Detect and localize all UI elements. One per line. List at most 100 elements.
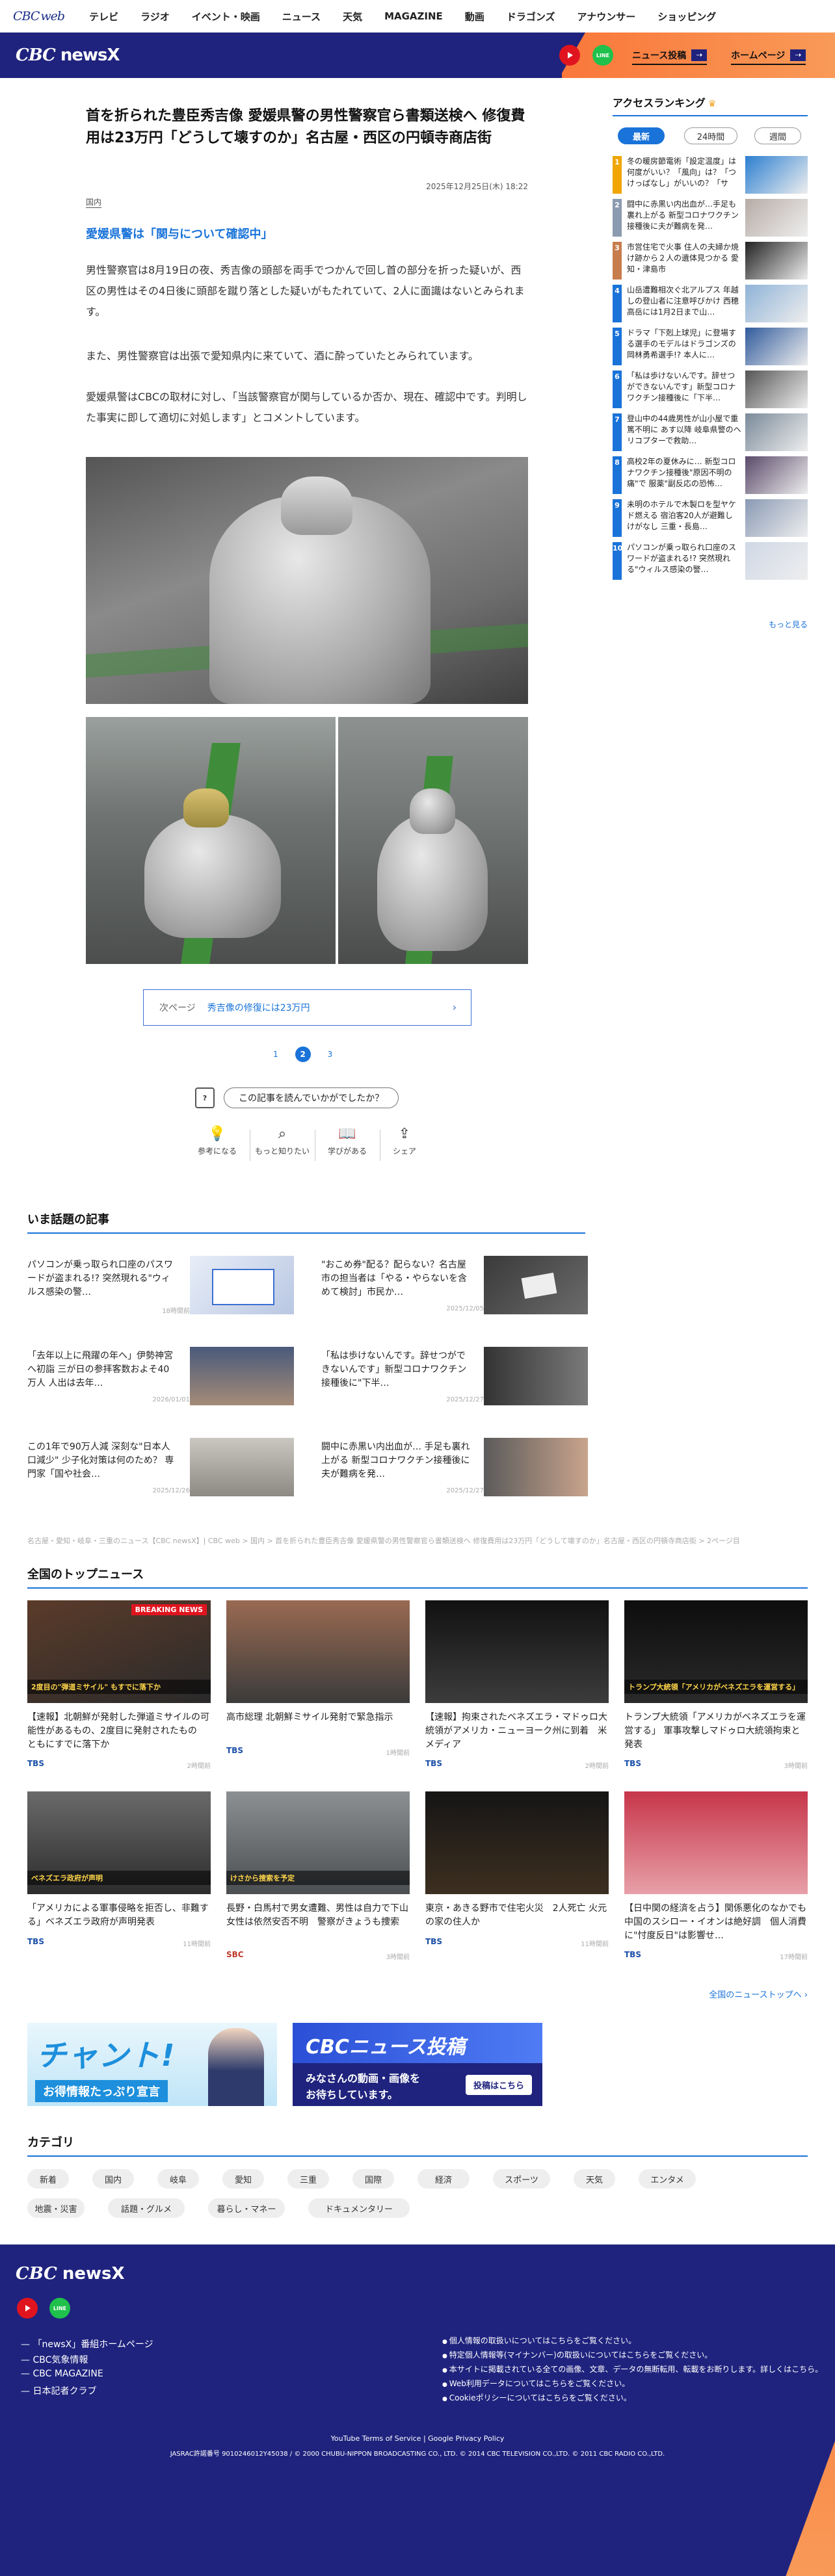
cbcweb-logo[interactable]: CBC web [12, 9, 65, 23]
top-news-item[interactable]: 【速報】拘束されたベネズエラ・マドゥロ大統領がアメリカ・ニューヨーク州に到着 米… [425, 1600, 609, 1770]
category-chip[interactable]: 暮らし・マネー [208, 2198, 285, 2218]
all-news-link[interactable]: 全国のニューストップへ › [676, 1988, 808, 2000]
footer-newsx-logo[interactable]: CBC newsX [16, 2264, 125, 2283]
top-news-item[interactable]: けさから捜索を予定 長野・白馬村で男女遭難、男性は自力で下山 女性は依然安否不明… [226, 1791, 410, 1961]
ranking-item[interactable]: 10 パソコンが乗っ取られ口座のスワードが盗まれる!? 突然現れる"ウィルス感染の… [613, 542, 808, 585]
ranking-thumb [745, 285, 808, 322]
ranking-tab-24h[interactable]: 24時間 [684, 127, 737, 144]
ranking-tab-latest[interactable]: 最新 [618, 127, 665, 144]
footer-policy-privacy[interactable]: 個人情報の取扱いについてはこちらをご覧ください。 [442, 2335, 636, 2346]
category-chip[interactable]: 三重 [287, 2169, 329, 2189]
page-current[interactable]: 2 [295, 1047, 311, 1062]
category-chip[interactable]: エンタメ [639, 2169, 696, 2189]
page-1[interactable]: 1 [273, 1050, 278, 1059]
category-chip[interactable]: 愛知 [222, 2169, 264, 2189]
hot-topic-item[interactable]: 闘中に赤黒い内出血が… 手足も裏れ上がる 新型コロナワクチン接種後に夫が難病を発… [321, 1438, 609, 1496]
line-icon[interactable]: LINE [49, 2298, 70, 2319]
post-banner-button[interactable]: 投稿はこちら [465, 2075, 532, 2095]
nav-event[interactable]: イベント・映画 [192, 10, 260, 23]
homepage-button[interactable]: ホームページ ⇢ [731, 47, 806, 65]
news-post-button[interactable]: ニュース投稿 ⇢ [632, 47, 708, 65]
breadcrumb[interactable]: 名古屋・愛知・岐阜・三重のニュース【CBC newsX】| CBC web > … [27, 1535, 808, 1546]
footer-link-press-club[interactable]: 日本記者クラブ [21, 2384, 96, 2397]
hot-topic-title: この1年で90万人減 深刻な"日本人口減少" 少子化対策は何のため？ 専門家「国… [27, 1442, 174, 1479]
next-page-link[interactable]: 次ページ 秀吉像の修復には23万円 › [143, 989, 471, 1026]
top-news-item[interactable]: トランプ大統領「アメリカがベネズエラを運営する」 トランプ大統領「アメリカがベネ… [624, 1600, 808, 1770]
ranking-item[interactable]: 5 ドラマ「下剋上球児」に登場する選手のモデルはドラゴンズの岡林勇希選手!? 本人… [613, 328, 808, 371]
ranking-item[interactable]: 4 山岳遭難相次ぐ北アルプス 年越しの登山者に注意呼びかけ 西穂高岳には1月2日ま… [613, 285, 808, 328]
ranking-title: 高校2年の夏休みに… 新型コロナワクチン接種後"原因不明の痛"で 服薬"副反応の… [627, 457, 736, 488]
nav-announcer[interactable]: アナウンサー [577, 10, 636, 23]
page-3[interactable]: 3 [328, 1050, 333, 1059]
nav-tv[interactable]: テレビ [89, 10, 118, 23]
hot-topic-date: 2025/12/27 [446, 1396, 484, 1403]
footer-link-weather[interactable]: CBC気象情報 [21, 2353, 88, 2366]
category-chip[interactable]: 新着 [27, 2169, 69, 2189]
category-chip[interactable]: 経済 [418, 2169, 470, 2189]
youtube-icon[interactable] [559, 45, 580, 66]
news-post-banner[interactable]: CBCニュース投稿 みなさんの動画・画像を お待ちしています。 投稿はこちら [293, 2023, 542, 2106]
category-chip[interactable]: 話題・グルメ [108, 2198, 185, 2218]
ranking-title: 「私は歩けないんです。辞せつができないんです」新型コロナワクチン接種後に「下半… [627, 371, 736, 402]
hot-topic-item[interactable]: パソコンが乗っ取られ口座のパスワードが盗まれる!? 突然現れる"ウィルス感染の警… [27, 1256, 315, 1315]
nav-shopping[interactable]: ショッピング [657, 10, 716, 23]
reaction-share[interactable]: ⇪ シェア [372, 1126, 437, 1156]
category-chip[interactable]: 天気 [574, 2169, 615, 2189]
ranking-item[interactable]: 1 冬の暖房節電術「設定温度」は何度がいい？「風向」は？「つけっぱなし」がいいの？… [613, 156, 808, 199]
line-icon[interactable]: LINE [592, 45, 613, 66]
ranking-item[interactable]: 2 闘中に赤黒い内出血が…手足も裏れ上がる 新型コロナワクチン接種後に夫が難病を発… [613, 199, 808, 242]
ranking-item[interactable]: 8 高校2年の夏休みに… 新型コロナワクチン接種後"原因不明の痛"で 服薬"副反応… [613, 456, 808, 499]
category-chip[interactable]: 国際 [352, 2169, 394, 2189]
hot-topic-date: 2025/12/05 [446, 1305, 484, 1312]
ranking-more-link[interactable]: もっと見る [715, 619, 808, 630]
nav-radio[interactable]: ラジオ [140, 10, 170, 23]
nav-weather[interactable]: 天気 [343, 10, 362, 23]
youtube-terms-link[interactable]: YouTube Terms of Service [331, 2434, 421, 2443]
reaction-more[interactable]: ⌕ もっと知りたい [250, 1126, 315, 1156]
top-news-item[interactable]: 【日中関の経済を占う】関係悪化のなかでも中国のスシロー・イオンは絶好調 個人消費… [624, 1791, 808, 1961]
ranking-item[interactable]: 6 「私は歩けないんです。辞せつができないんです」新型コロナワクチン接種後に「下半… [613, 371, 808, 413]
footer-policy-mynumber[interactable]: 特定個人情報等(マイナンバー)の取扱いについてはこちらをご覧ください。 [442, 2349, 713, 2360]
footer-policy-cookie[interactable]: Cookieポリシーについてはこちらをご覧ください。 [442, 2392, 631, 2403]
ranking-title: 市営住宅で火事 住人の夫婦か焼け跡から２人の遺体見つかる 愛知・津島市 [627, 242, 739, 274]
category-chip[interactable]: スポーツ [493, 2169, 550, 2189]
next-page-label: 次ページ [159, 1003, 196, 1013]
footer-link-magazine[interactable]: CBC MAGAZINE [21, 2369, 103, 2379]
nav-magazine[interactable]: MAGAZINE [384, 10, 443, 22]
top-news-item[interactable]: 高市総理 北朝鮮ミサイル発射で緊急指示 TBS 1時間前 [226, 1600, 410, 1757]
top-news-item[interactable]: 東京・あきる野市で住宅火災 2人死亡 火元の家の住人か TBS 11時間前 [425, 1791, 609, 1948]
logo-text: CBC [13, 9, 40, 23]
category-chip[interactable]: 地震・災害 [27, 2198, 85, 2218]
nav-news[interactable]: ニュース [282, 10, 321, 23]
ranking-item[interactable]: 9 未明のホテルで木製ロを型ヤケド燃える 宿泊客20人が避難し けがなし 三重・長… [613, 499, 808, 542]
footer-policy-copyright[interactable]: 本サイトに掲載されている全ての画像、文章、データの無断転用、転載をお断りします。… [442, 2363, 823, 2374]
newsx-logo[interactable]: CBC newsX [16, 46, 120, 65]
top-news-item[interactable]: BREAKING NEWS 2度目の"弾道ミサイル" もすでに落下か 【速報】北… [27, 1600, 211, 1770]
reaction-learn[interactable]: 📖 学びがある [315, 1126, 380, 1156]
ranking-thumb [745, 413, 808, 451]
nav-video[interactable]: 動画 [465, 10, 484, 23]
reaction-helpful[interactable]: 💡 参考になる [185, 1126, 250, 1156]
ranking-item[interactable]: 3 市営住宅で火事 住人の夫婦か焼け跡から２人の遺体見つかる 愛知・津島市 [613, 242, 808, 285]
footer-policy-webdata[interactable]: Web利用データについてはこちらをご覧ください。 [442, 2378, 630, 2389]
youtube-icon[interactable] [17, 2298, 38, 2319]
site-header: CBC newsX LINE ニュース投稿 ⇢ ホームページ ⇢ [0, 33, 835, 78]
ranking-item[interactable]: 7 登山中の44歳男性が山小屋で重篤不明に あす以降 岐阜県警のヘリコプターで救助… [613, 413, 808, 456]
footer-link-newsx[interactable]: 「newsX」番組ホームページ [21, 2337, 153, 2350]
category-chip[interactable]: 国内 [92, 2169, 134, 2189]
article-category[interactable]: 国内 [86, 196, 102, 208]
hot-topic-item[interactable]: この1年で90万人減 深刻な"日本人口減少" 少子化対策は何のため？ 専門家「国… [27, 1438, 315, 1496]
nav-dragons[interactable]: ドラゴンズ [507, 10, 555, 23]
ranking-tab-weekly[interactable]: 週間 [754, 127, 801, 144]
top-news-item[interactable]: ベネズエラ政府が声明 「アメリカによる軍事侵略を拒否し、非難する」ベネズエラ政府… [27, 1791, 211, 1948]
top-news-source: TBS [425, 1759, 442, 1768]
hot-topic-item[interactable]: "おこめ券"配る？配らない？名古屋市の担当者は「やる・やらないを含めて検討」市民… [321, 1256, 609, 1314]
google-privacy-link[interactable]: Google Privacy Policy [428, 2434, 504, 2443]
hot-topic-item[interactable]: 「私は歩けないんです。辞せつができないんです」新型コロナワクチン接種後に"下半…… [321, 1347, 609, 1405]
feedback-button[interactable]: この記事を読んでいかがでしたか？ [224, 1087, 399, 1108]
category-chip[interactable]: ドキュメンタリー [308, 2198, 410, 2218]
hot-topic-title: 「私は歩けないんです。辞せつができないんです」新型コロナワクチン接種後に"下半… [321, 1351, 467, 1388]
chant-banner[interactable]: チャント! お得情報たっぷり宣言 [27, 2023, 277, 2106]
hot-topic-item[interactable]: 「去年以上に飛躍の年へ」伊勢神宮へ初詣 三が日の参拝客数およそ40万人 人出は去… [27, 1347, 315, 1405]
category-chip[interactable]: 岐阜 [157, 2169, 199, 2189]
